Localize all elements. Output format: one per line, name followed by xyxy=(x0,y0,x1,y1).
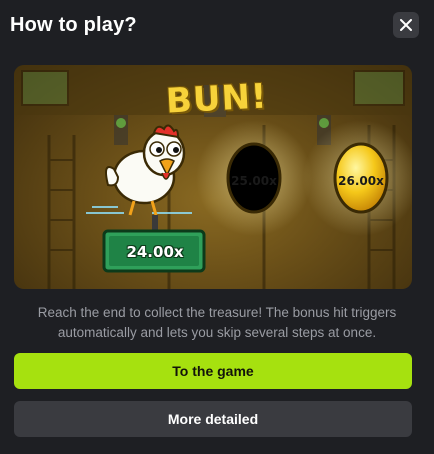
modal-title: How to play? xyxy=(10,14,137,36)
sign-multiplier-label: 24.00x xyxy=(126,243,184,261)
close-icon xyxy=(400,19,412,31)
how-to-play-modal: How to play? BUN! 25.00x 26.00x 24.00x R… xyxy=(0,0,434,454)
rules-description: Reach the end to collect the treasure! T… xyxy=(37,305,397,340)
bun-banner: BUN! xyxy=(165,76,269,122)
modal-header: How to play? xyxy=(0,0,434,52)
more-detailed-button[interactable]: More detailed xyxy=(14,401,412,437)
egg-multiplier-label: 26.00x xyxy=(338,174,384,188)
to-the-game-button[interactable]: To the game xyxy=(14,353,412,389)
close-button[interactable] xyxy=(393,12,419,38)
game-illustration: BUN! 25.00x 26.00x 24.00x xyxy=(14,65,412,289)
egg-multiplier-label: 25.00x xyxy=(231,174,277,188)
